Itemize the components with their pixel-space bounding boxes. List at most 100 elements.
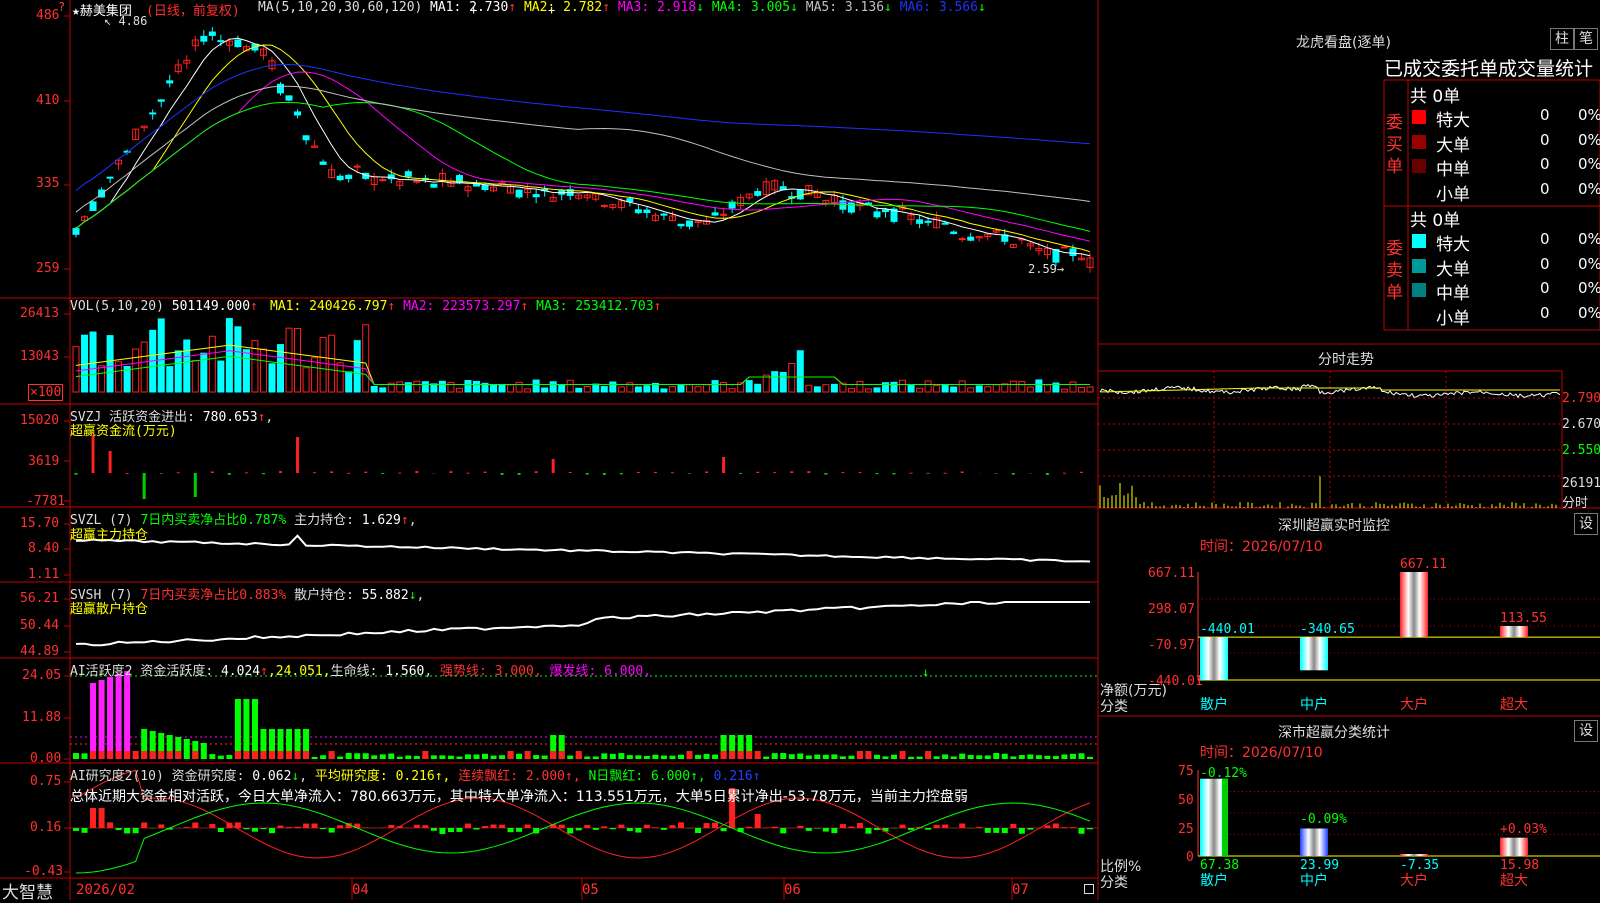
lock-icon[interactable] bbox=[1084, 884, 1094, 894]
ai-active-bar bbox=[1019, 755, 1025, 759]
bar-view-button[interactable]: 柱 bbox=[1550, 28, 1574, 50]
research-bar bbox=[1019, 828, 1025, 834]
svzj-bar bbox=[671, 472, 674, 473]
volume-bar bbox=[559, 385, 565, 392]
svzl-subtitle: 超赢主力持仓 bbox=[70, 524, 148, 543]
candle-body bbox=[482, 186, 488, 190]
ai-active-bar bbox=[772, 753, 778, 759]
svzj-bar bbox=[466, 473, 469, 474]
volume-bar bbox=[891, 382, 897, 392]
ma-line-1 bbox=[76, 38, 1090, 255]
research-bar bbox=[848, 827, 854, 828]
sell-side-label: 委卖单 bbox=[1386, 238, 1406, 304]
vol-unit: ×100 bbox=[28, 384, 63, 401]
sz-class-bottom-label: 67.38 bbox=[1200, 858, 1239, 873]
ai-active-bar bbox=[371, 755, 377, 759]
research-bar bbox=[465, 824, 471, 828]
intraday-price-line bbox=[1100, 385, 1560, 398]
szc-bar-edge bbox=[1222, 779, 1228, 856]
volume-bar bbox=[823, 385, 829, 392]
volume-bar bbox=[789, 363, 795, 392]
intraday-ytick: 2.550 bbox=[1562, 443, 1600, 458]
ai-active-red bbox=[295, 751, 301, 759]
volume-bar bbox=[874, 388, 880, 392]
vol-ma-legend-item-1: MA1: 240426.797 bbox=[270, 299, 387, 314]
sell-row-label: 大单 bbox=[1436, 255, 1470, 280]
candle-body bbox=[627, 199, 633, 202]
ma-title: MA(5,10,20,30,60,120) bbox=[258, 0, 422, 15]
research-bar bbox=[780, 828, 786, 833]
ai-active-red bbox=[422, 751, 428, 759]
svzj-bar bbox=[756, 472, 759, 473]
research-bar bbox=[422, 825, 428, 828]
volume-bar bbox=[491, 385, 497, 392]
ai-active-red bbox=[124, 751, 130, 759]
ai-active-red bbox=[278, 751, 284, 759]
ai-active-bar bbox=[252, 699, 258, 759]
research-bar bbox=[925, 828, 931, 830]
buy-row-count: 0 bbox=[1540, 180, 1550, 198]
research-bar bbox=[704, 823, 710, 828]
szc-bar bbox=[1400, 854, 1428, 856]
dragon-tiger-header: 龙虎看盘(逐单) bbox=[1296, 32, 1391, 52]
research-bar bbox=[712, 823, 718, 828]
szm-category: 超大 bbox=[1500, 694, 1528, 714]
candle-body bbox=[354, 166, 360, 167]
sz-class-bottom-label: -7.35 bbox=[1400, 858, 1439, 873]
svzj-bar bbox=[262, 473, 265, 474]
research-bar bbox=[184, 827, 190, 828]
sell-row-swatch bbox=[1412, 259, 1426, 273]
ai-active-bar bbox=[542, 756, 548, 759]
volume-bar bbox=[371, 386, 377, 392]
ai-active-bar bbox=[439, 755, 445, 759]
research-bar bbox=[908, 828, 914, 830]
ai-active-bar bbox=[473, 755, 479, 759]
candle-body bbox=[158, 100, 164, 101]
intraday-ytick: 2.670 bbox=[1562, 417, 1600, 432]
candle-body bbox=[431, 184, 437, 187]
ai-active-bar bbox=[814, 755, 820, 759]
volume-bar bbox=[525, 389, 531, 392]
buy-row-label: 小单 bbox=[1436, 180, 1470, 205]
candle-body bbox=[209, 32, 215, 35]
sz-class-settings-button[interactable]: 设 bbox=[1574, 720, 1598, 742]
sz-monitor-settings-button[interactable]: 设 bbox=[1574, 513, 1598, 535]
ai-active-bar bbox=[380, 754, 386, 759]
intraday-title: 分时走势 bbox=[1318, 349, 1374, 369]
ai-active-bar bbox=[312, 757, 318, 759]
ai-active-red bbox=[99, 751, 105, 759]
volume-bar bbox=[942, 385, 948, 392]
research-bar bbox=[516, 828, 522, 832]
sell-row-pct: 0% bbox=[1578, 279, 1600, 297]
ai-active-bar bbox=[780, 753, 786, 759]
svzj-bar bbox=[807, 471, 810, 473]
intraday-vol-tick: 26191 bbox=[1562, 476, 1600, 491]
volume-bar bbox=[133, 349, 139, 392]
ai-active-bar bbox=[448, 756, 454, 759]
sz-class-bottom-label: 15.98 bbox=[1500, 858, 1539, 873]
svzj-bar bbox=[603, 473, 606, 475]
research-bar bbox=[840, 824, 846, 828]
volume-bar bbox=[695, 387, 701, 392]
volume-bar bbox=[797, 351, 803, 392]
volume-bar bbox=[610, 382, 616, 392]
candle-body bbox=[601, 205, 607, 206]
svzj-bar bbox=[330, 471, 333, 473]
svzj-bar bbox=[961, 471, 964, 473]
sz-class-title: 深市超赢分类统计 bbox=[1278, 722, 1390, 742]
ai-active-bar bbox=[218, 756, 224, 759]
ma-legend-item-3: MA3: 2.918 bbox=[618, 0, 696, 15]
svzj-bar bbox=[398, 473, 401, 474]
pen-view-button[interactable]: 笔 bbox=[1574, 28, 1598, 50]
research-bar bbox=[959, 824, 965, 828]
research-bar bbox=[482, 826, 488, 828]
ai-active-bar bbox=[235, 699, 241, 759]
volume-bar bbox=[439, 381, 445, 392]
signal-arrow: ↓ bbox=[922, 665, 929, 679]
candle-body bbox=[90, 202, 96, 211]
ai-active-ytick: 11.88 bbox=[22, 710, 61, 725]
research-bar bbox=[414, 825, 420, 828]
volume-bar bbox=[269, 364, 275, 392]
volume-bar bbox=[286, 328, 292, 392]
sz-class-bottom-label: 23.99 bbox=[1300, 858, 1339, 873]
